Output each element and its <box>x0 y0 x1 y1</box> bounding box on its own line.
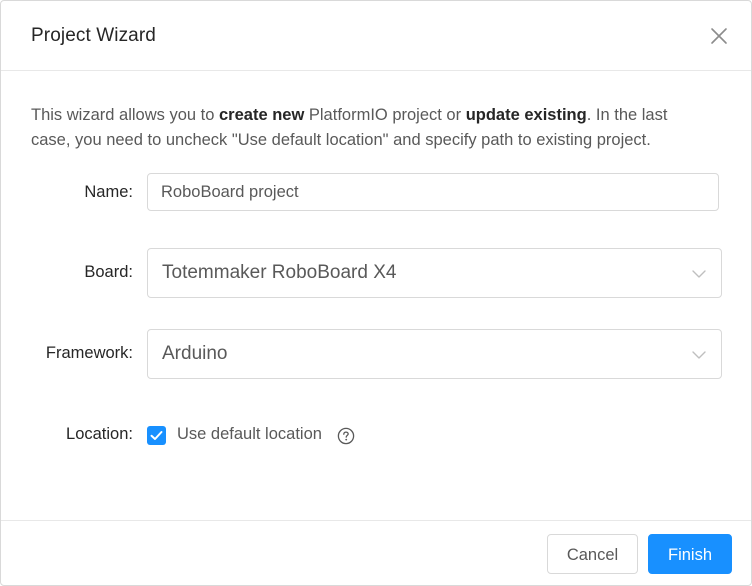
intro-text: This wizard allows you to create new Pla… <box>31 103 711 153</box>
chevron-down-icon <box>692 351 706 359</box>
framework-select[interactable]: Arduino <box>147 329 722 379</box>
cancel-button[interactable]: Cancel <box>547 534 638 574</box>
use-default-location-checkbox[interactable] <box>147 426 166 445</box>
name-input[interactable] <box>147 173 719 211</box>
dialog-title: Project Wizard <box>31 25 156 46</box>
intro-emphasis-update-existing: update existing <box>465 106 587 124</box>
framework-label: Framework: <box>45 344 133 362</box>
use-default-location-label[interactable]: Use default location <box>177 425 322 444</box>
intro-text-part: PlatformIO project or <box>304 106 466 124</box>
intro-emphasis-create-new: create new <box>219 106 305 124</box>
board-label: Board: <box>84 263 133 281</box>
close-icon <box>711 28 727 44</box>
name-label: Name: <box>84 183 133 201</box>
close-button[interactable] <box>709 26 729 46</box>
chevron-down-icon <box>692 270 706 278</box>
board-select[interactable]: Totemmaker RoboBoard X4 <box>147 248 722 298</box>
finish-button[interactable]: Finish <box>648 534 732 574</box>
framework-select-value: Arduino <box>162 343 228 364</box>
intro-text-part: This wizard allows you to <box>31 106 219 124</box>
checkmark-icon <box>150 431 163 440</box>
location-label: Location: <box>66 425 133 443</box>
dialog-header: Project Wizard <box>1 1 751 71</box>
question-circle-icon[interactable] <box>337 427 355 445</box>
project-wizard-dialog: Project Wizard This wizard allows you to… <box>0 0 752 586</box>
dialog-footer <box>1 520 751 585</box>
board-select-value: Totemmaker RoboBoard X4 <box>162 262 397 283</box>
